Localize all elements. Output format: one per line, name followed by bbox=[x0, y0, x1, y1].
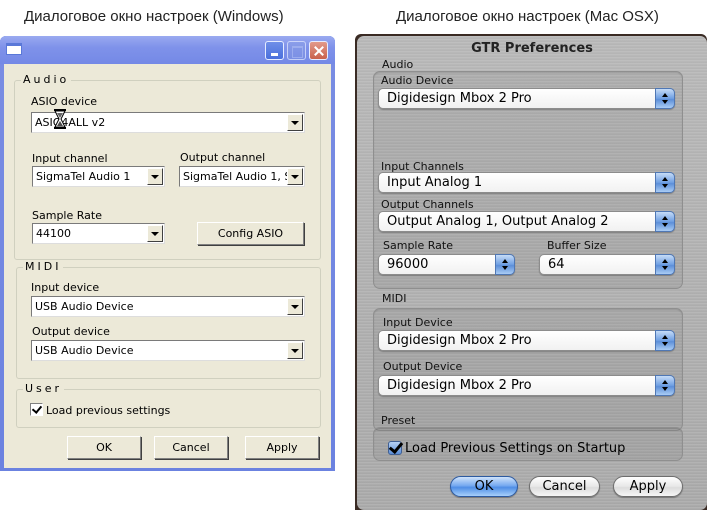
midi-input-device-value: Digidesign Mbox 2 Pro bbox=[387, 333, 532, 348]
midi-input-device-select[interactable]: USB Audio Device bbox=[31, 296, 305, 317]
chevron-down-icon[interactable] bbox=[147, 225, 163, 242]
midi-input-device-popup[interactable]: Digidesign Mbox 2 Pro bbox=[378, 330, 675, 351]
mac-window-title: GTR Preferences bbox=[471, 41, 593, 56]
midi-input-device-value: USB Audio Device bbox=[35, 300, 134, 313]
sample-rate-label: Sample Rate bbox=[32, 209, 102, 222]
load-previous-settings-label[interactable]: Load Previous Settings on Startup bbox=[405, 441, 625, 456]
ok-button[interactable]: OK bbox=[67, 436, 141, 459]
popup-arrows-icon[interactable] bbox=[655, 375, 675, 396]
audio-section-label: Audio bbox=[382, 58, 414, 71]
asio-device-label: ASIO device bbox=[31, 95, 98, 108]
popup-arrows-icon[interactable] bbox=[495, 254, 515, 275]
load-previous-settings-checkbox[interactable] bbox=[388, 441, 402, 455]
windows-preferences-dialog: Audio ASIO device ASIO4ALL v2 Input chan… bbox=[0, 36, 335, 471]
input-channels-popup[interactable]: Input Analog 1 bbox=[378, 172, 675, 193]
input-channels-value: Input Analog 1 bbox=[387, 175, 483, 190]
audio-device-value: Digidesign Mbox 2 Pro bbox=[387, 91, 532, 106]
config-asio-button[interactable]: Config ASIO bbox=[197, 222, 304, 245]
midi-input-device-label: Input device bbox=[31, 281, 100, 294]
asio-device-value: ASIO4ALL v2 bbox=[35, 116, 106, 129]
preset-section-label: Preset bbox=[381, 414, 416, 427]
chevron-down-icon[interactable] bbox=[287, 168, 303, 185]
midi-output-device-label: Output Device bbox=[383, 360, 463, 373]
buffer-size-popup[interactable]: 64 bbox=[539, 254, 675, 275]
mac-window-body: GTR Preferences Audio Audio Device Digid… bbox=[357, 36, 707, 510]
title-bar[interactable] bbox=[0, 36, 335, 64]
close-button[interactable] bbox=[309, 41, 328, 60]
sample-rate-value: 96000 bbox=[387, 257, 429, 272]
input-channel-value: SigmaTel Audio 1 bbox=[36, 170, 131, 183]
midi-output-device-label: Output device bbox=[32, 325, 110, 338]
load-previous-settings-checkbox[interactable] bbox=[30, 403, 43, 416]
audio-device-popup[interactable]: Digidesign Mbox 2 Pro bbox=[378, 88, 675, 109]
sample-rate-popup[interactable]: 96000 bbox=[378, 254, 515, 275]
popup-arrows-icon[interactable] bbox=[655, 330, 675, 351]
popup-arrows-icon[interactable] bbox=[655, 172, 675, 193]
midi-section-label: MIDI bbox=[382, 292, 407, 305]
buffer-size-value: 64 bbox=[548, 257, 565, 272]
buffer-size-label: Buffer Size bbox=[547, 239, 607, 252]
midi-output-device-select[interactable]: USB Audio Device bbox=[31, 340, 305, 361]
popup-arrows-icon[interactable] bbox=[655, 211, 675, 232]
sample-rate-label: Sample Rate bbox=[383, 239, 453, 252]
window-icon bbox=[6, 43, 22, 55]
chevron-down-icon[interactable] bbox=[287, 342, 303, 359]
cancel-button[interactable]: Cancel bbox=[529, 476, 600, 497]
output-channels-popup[interactable]: Output Analog 1, Output Analog 2 bbox=[378, 211, 675, 232]
asio-device-select[interactable]: ASIO4ALL v2 bbox=[31, 112, 305, 133]
user-group-label: User bbox=[23, 382, 65, 395]
windows-dialog-caption: Диалоговое окно настроек (Windows) bbox=[24, 8, 284, 25]
audio-device-label: Audio Device bbox=[381, 74, 454, 87]
input-channel-label: Input channel bbox=[32, 152, 108, 165]
mac-dialog-caption: Диалоговое окно настроек (Mac OSX) bbox=[396, 8, 659, 25]
minimize-button[interactable] bbox=[265, 41, 284, 60]
maximize-button bbox=[287, 41, 306, 60]
output-channels-label: Output Channels bbox=[381, 198, 474, 211]
output-channel-select[interactable]: SigmaTel Audio 1, Sig bbox=[179, 166, 305, 187]
chevron-down-icon[interactable] bbox=[287, 298, 303, 315]
popup-arrows-icon[interactable] bbox=[655, 254, 675, 275]
output-channels-value: Output Analog 1, Output Analog 2 bbox=[387, 214, 609, 229]
chevron-down-icon[interactable] bbox=[147, 168, 163, 185]
chevron-down-icon[interactable] bbox=[287, 114, 303, 131]
midi-group-label: MIDI bbox=[23, 260, 64, 273]
load-previous-settings-label[interactable]: Load previous settings bbox=[46, 404, 170, 417]
sample-rate-select[interactable]: 44100 bbox=[32, 223, 165, 244]
sample-rate-value: 44100 bbox=[36, 227, 71, 240]
midi-output-device-popup[interactable]: Digidesign Mbox 2 Pro bbox=[378, 375, 675, 396]
midi-input-device-label: Input Device bbox=[383, 316, 453, 329]
output-channel-value: SigmaTel Audio 1, Sig bbox=[183, 170, 287, 183]
cancel-button[interactable]: Cancel bbox=[154, 436, 228, 459]
ok-button[interactable]: OK bbox=[450, 476, 518, 497]
midi-output-device-value: USB Audio Device bbox=[35, 344, 134, 357]
apply-button[interactable]: Apply bbox=[613, 476, 683, 497]
mac-preferences-dialog: GTR Preferences Audio Audio Device Digid… bbox=[355, 34, 707, 510]
audio-group-label: Audio bbox=[21, 73, 72, 86]
apply-button[interactable]: Apply bbox=[245, 436, 319, 459]
midi-output-device-value: Digidesign Mbox 2 Pro bbox=[387, 378, 532, 393]
hourglass-cursor-icon bbox=[54, 109, 66, 129]
output-channel-label: Output channel bbox=[180, 151, 266, 164]
input-channel-select[interactable]: SigmaTel Audio 1 bbox=[32, 166, 165, 187]
popup-arrows-icon[interactable] bbox=[655, 88, 675, 109]
